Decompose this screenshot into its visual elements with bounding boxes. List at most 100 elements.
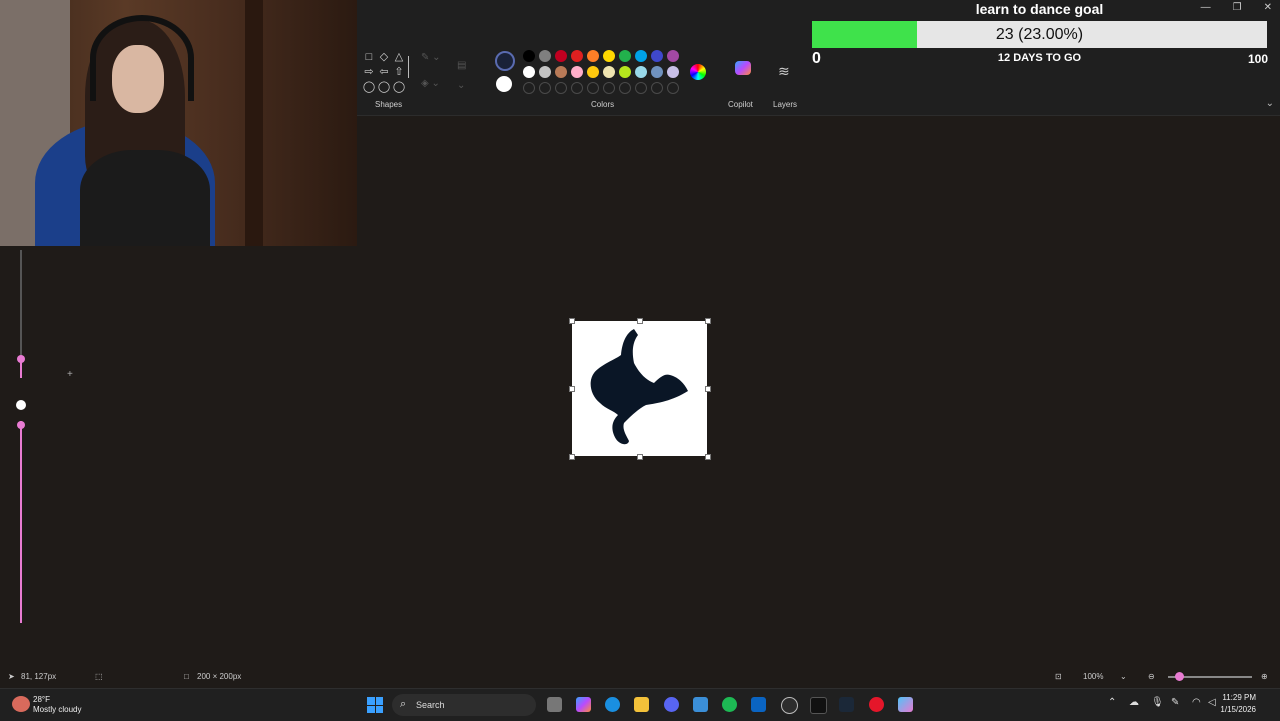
resize-handle-top[interactable]	[637, 318, 643, 324]
custom-color-slot-10[interactable]	[667, 82, 679, 94]
brush-size-knob[interactable]	[17, 355, 25, 363]
palette-row2-swatch-8[interactable]	[635, 66, 647, 78]
palette-row1-swatch-8[interactable]	[635, 50, 647, 62]
edit-colors-icon[interactable]	[690, 64, 706, 80]
palette-row2-swatch-9[interactable]	[651, 66, 663, 78]
left-arrow-shape-icon[interactable]: ⇦	[377, 65, 391, 79]
resize-handle-bottom-left[interactable]	[569, 454, 575, 460]
zoom-level[interactable]: 100%	[1083, 672, 1103, 681]
palette-row2-swatch-4[interactable]	[571, 66, 583, 78]
shapes-label: Shapes	[375, 100, 403, 109]
custom-color-slot-4[interactable]	[571, 82, 583, 94]
palette-row1-swatch-6[interactable]	[603, 50, 615, 62]
microsoft-store-icon[interactable]	[693, 697, 708, 712]
paint-app-icon[interactable]	[898, 697, 913, 712]
clock-date[interactable]: 1/15/2026	[1220, 705, 1256, 714]
microphone-icon[interactable]: 🎙	[1151, 697, 1164, 708]
goal-progress-bar: 23 (23.00%)	[812, 21, 1267, 48]
pen-icon[interactable]: ✎	[1171, 697, 1179, 708]
discord-icon[interactable]	[664, 697, 679, 712]
weather-description[interactable]: Mostly cloudy	[33, 705, 81, 714]
palette-row1-swatch-3[interactable]	[555, 50, 567, 62]
copilot-icon[interactable]	[735, 61, 751, 75]
palette-row1-swatch-4[interactable]	[571, 50, 583, 62]
show-hidden-icons-chevron-icon[interactable]: ⌃	[1108, 697, 1116, 708]
fill-icon[interactable]: ◈ ⌄	[421, 78, 440, 89]
zoom-out-icon[interactable]: ⊖	[1148, 672, 1155, 681]
edge-icon[interactable]	[605, 697, 620, 712]
polygon-shape-icon[interactable]: ◇	[377, 50, 391, 64]
weather-temperature[interactable]: 28°F	[33, 695, 50, 704]
tiktok-icon[interactable]	[810, 697, 827, 714]
windows-start-icon[interactable]	[367, 697, 383, 713]
resize-handle-right[interactable]	[705, 386, 711, 392]
collapse-ribbon-chevron-icon[interactable]: ⌄	[1266, 98, 1274, 109]
size-icon[interactable]: ▤	[457, 60, 466, 71]
spotify-icon[interactable]	[722, 697, 737, 712]
onedrive-icon[interactable]: ☁	[1129, 697, 1139, 708]
palette-row1-swatch-5[interactable]	[587, 50, 599, 62]
palette-row1-swatch-7[interactable]	[619, 50, 631, 62]
fill-chevron-icon[interactable]: ⌄	[457, 80, 465, 91]
volume-icon[interactable]: ◁	[1208, 697, 1216, 708]
wifi-icon[interactable]: ◠	[1192, 697, 1201, 708]
layers-icon[interactable]: ≋	[778, 63, 790, 80]
resize-handle-bottom[interactable]	[637, 454, 643, 460]
opacity-knob[interactable]	[17, 421, 25, 429]
palette-row2-swatch-6[interactable]	[603, 66, 615, 78]
right-arrow-shape-icon[interactable]: ⇨	[362, 65, 376, 79]
callout-shape-icon[interactable]: ◯	[362, 80, 376, 94]
custom-color-slot-5[interactable]	[587, 82, 599, 94]
maximize-icon[interactable]: ❐	[1233, 2, 1242, 13]
custom-color-slot-1[interactable]	[523, 82, 535, 94]
palette-row2-swatch-10[interactable]	[667, 66, 679, 78]
drawing-canvas[interactable]	[569, 318, 711, 460]
up-arrow-shape-icon[interactable]: ⇧	[392, 65, 406, 79]
outline-icon[interactable]: ✎ ⌄	[421, 52, 441, 63]
palette-row1-swatch-2[interactable]	[539, 50, 551, 62]
task-view-icon[interactable]	[547, 697, 562, 712]
webcam-overlay	[0, 0, 357, 246]
zoom-slider-knob[interactable]	[1175, 672, 1184, 681]
custom-color-slot-8[interactable]	[635, 82, 647, 94]
opacity-slider[interactable]	[17, 421, 25, 623]
file-explorer-icon[interactable]	[634, 697, 649, 712]
cloud-callout-shape-icon[interactable]: ◯	[392, 80, 406, 94]
custom-color-slot-7[interactable]	[619, 82, 631, 94]
palette-row1-swatch-1[interactable]	[523, 50, 535, 62]
triangle-shape-icon[interactable]: △	[392, 50, 406, 64]
palette-row2-swatch-5[interactable]	[587, 66, 599, 78]
weather-icon[interactable]	[12, 696, 30, 712]
copilot-app-icon[interactable]	[576, 697, 591, 712]
fit-to-window-icon[interactable]: ⊡	[1055, 672, 1062, 681]
steam-icon[interactable]	[839, 697, 854, 712]
resize-handle-top-right[interactable]	[705, 318, 711, 324]
custom-color-slot-6[interactable]	[603, 82, 615, 94]
custom-color-slot-3[interactable]	[555, 82, 567, 94]
palette-row2-swatch-7[interactable]	[619, 66, 631, 78]
zoom-dropdown-chevron-icon[interactable]: ⌄	[1120, 672, 1127, 681]
taskbar-search[interactable]: ⌕ Search	[392, 694, 536, 716]
rectangle-shape-icon[interactable]: □	[362, 50, 376, 64]
palette-row2-swatch-1[interactable]	[523, 66, 535, 78]
opera-icon[interactable]	[869, 697, 884, 712]
resize-handle-left[interactable]	[569, 386, 575, 392]
color-2-swatch[interactable]	[496, 76, 512, 92]
palette-row2-swatch-3[interactable]	[555, 66, 567, 78]
chatgpt-icon[interactable]	[781, 697, 798, 714]
close-icon[interactable]: ✕	[1264, 2, 1272, 13]
palette-row2-swatch-2[interactable]	[539, 66, 551, 78]
color-1-swatch[interactable]	[495, 51, 515, 71]
resize-handle-top-left[interactable]	[569, 318, 575, 324]
brush-size-slider[interactable]	[17, 250, 25, 378]
outlook-icon[interactable]	[751, 697, 766, 712]
oval-callout-shape-icon[interactable]: ◯	[377, 80, 391, 94]
custom-color-slot-2[interactable]	[539, 82, 551, 94]
minimize-icon[interactable]: —	[1201, 2, 1211, 13]
resize-handle-bottom-right[interactable]	[705, 454, 711, 460]
zoom-in-icon[interactable]: ⊕	[1261, 672, 1268, 681]
clock-time[interactable]: 11:29 PM	[1222, 693, 1256, 702]
palette-row1-swatch-10[interactable]	[667, 50, 679, 62]
palette-row1-swatch-9[interactable]	[651, 50, 663, 62]
custom-color-slot-9[interactable]	[651, 82, 663, 94]
